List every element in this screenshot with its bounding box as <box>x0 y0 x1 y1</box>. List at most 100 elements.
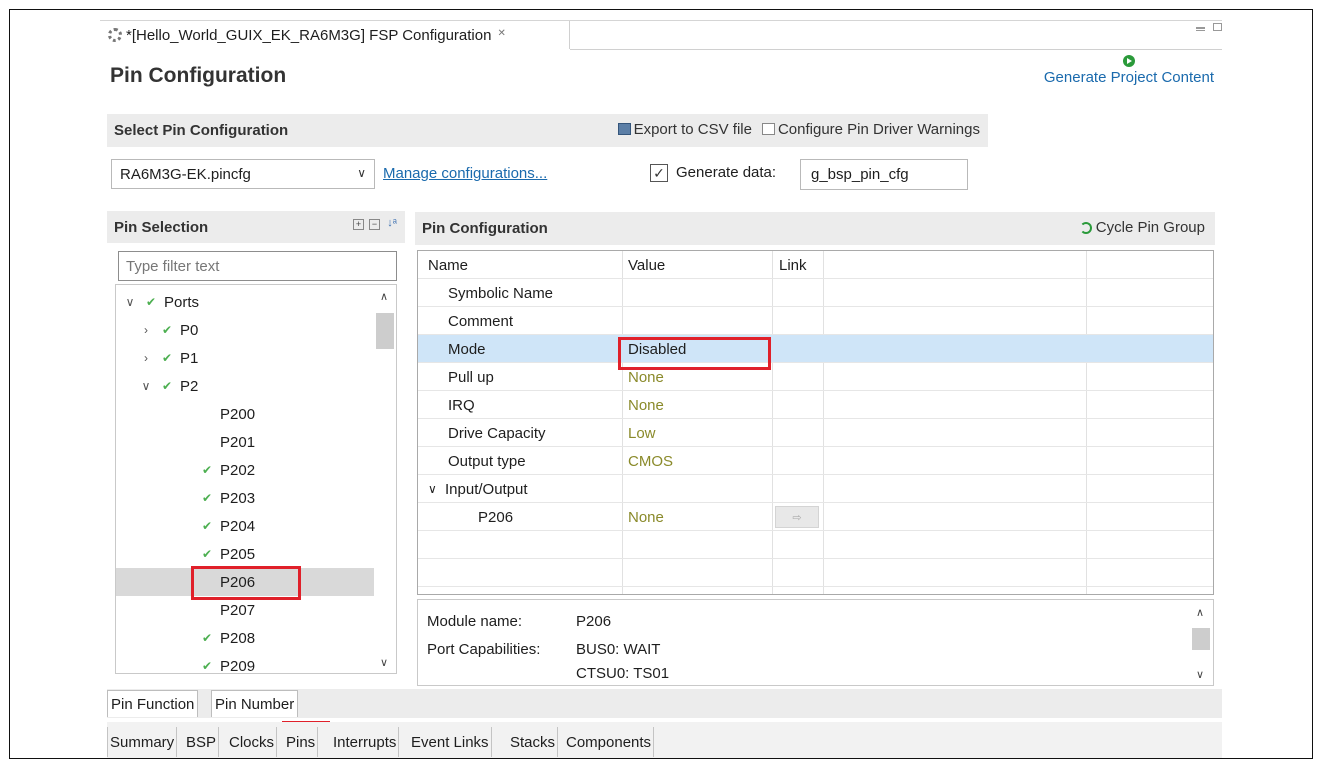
tree-item-p203[interactable]: ✔ P203 <box>116 484 374 512</box>
table-row[interactable]: Symbolic Name <box>418 279 1213 307</box>
row-value[interactable]: None <box>628 503 664 531</box>
check-icon: ✔ <box>201 519 213 533</box>
table-row[interactable]: ∨ Input/Output <box>418 475 1213 503</box>
tree-item-p0[interactable]: › ✔ P0 <box>116 316 374 344</box>
tab-pins[interactable]: Pins <box>284 727 319 757</box>
cycle-pin-group-button[interactable]: Cycle Pin Group <box>1079 219 1205 236</box>
chevron-down-icon[interactable]: ∨ <box>140 379 152 393</box>
editor-tab-bar: *[Hello_World_GUIX_EK_RA6M3G] FSP Config… <box>100 20 1222 50</box>
pin-filter-input[interactable]: Type filter text <box>118 251 397 281</box>
export-csv-button[interactable]: Export to CSV file <box>617 121 752 138</box>
row-name: Mode <box>448 340 486 358</box>
table-row[interactable]: Comment <box>418 307 1213 335</box>
checkmark-icon: ✓ <box>653 165 665 181</box>
tree-item-p207[interactable]: P207 <box>116 596 374 624</box>
tree-item-p204[interactable]: ✔ P204 <box>116 512 374 540</box>
check-icon: ✔ <box>145 295 157 309</box>
tab-stacks[interactable]: Stacks <box>508 727 559 757</box>
tree-item-p201[interactable]: P201 <box>116 428 374 456</box>
maximize-icon[interactable] <box>1213 23 1222 31</box>
info-scrollbar[interactable]: ∧ ∨ <box>1189 600 1213 685</box>
generate-project-content-button[interactable]: Generate Project Content <box>1044 55 1214 86</box>
pin-tree-scrollbar[interactable]: ∧ ∨ <box>374 285 396 673</box>
pin-selection-bar: Pin Selection + − ↓ᵃ <box>107 211 405 243</box>
row-value[interactable]: Disabled <box>628 335 686 363</box>
tree-item-p202[interactable]: ✔ P202 <box>116 456 374 484</box>
close-icon[interactable]: ✕ <box>497 28 505 39</box>
tree-item-p206[interactable]: P206 <box>116 568 374 596</box>
table-row[interactable]: Mode Disabled <box>418 335 1213 363</box>
row-name: Output type <box>448 452 526 470</box>
tab-label: Summary <box>110 733 175 751</box>
scroll-thumb[interactable] <box>1192 628 1210 650</box>
tab-interrupts[interactable]: Interrupts <box>331 727 400 757</box>
tree-item-label: P205 <box>220 545 256 563</box>
tree-item-p205[interactable]: ✔ P205 <box>116 540 374 568</box>
row-value[interactable]: None <box>628 363 664 391</box>
sort-icon[interactable]: ↓ᵃ <box>385 218 399 230</box>
tree-item-ports[interactable]: ∨ ✔ Ports <box>116 288 374 316</box>
manage-configurations-link[interactable]: Manage configurations... <box>383 165 547 182</box>
window-controls <box>1196 23 1222 31</box>
tree-item-label: P201 <box>220 433 256 451</box>
tab-label: Components <box>566 733 652 751</box>
tab-summary[interactable]: Summary <box>107 727 178 757</box>
tab-label: BSP <box>186 733 217 751</box>
tab-pin-number-label: Pin Number <box>215 695 295 713</box>
pin-configuration-bar: Pin Configuration Cycle Pin Group <box>415 212 1215 245</box>
tree-item-label: P202 <box>220 461 256 479</box>
tab-pin-function-label: Pin Function <box>111 695 195 713</box>
tab-pin-number[interactable]: Pin Number <box>211 690 299 717</box>
select-pin-configuration-title: Select Pin Configuration <box>114 122 289 139</box>
minimize-icon[interactable] <box>1196 27 1205 31</box>
generate-data-checkbox[interactable]: ✓ <box>650 164 668 182</box>
table-row[interactable]: Output type CMOS <box>418 447 1213 475</box>
tree-item-p208[interactable]: ✔ P208 <box>116 624 374 652</box>
scroll-down-icon[interactable]: ∨ <box>380 656 388 669</box>
link-arrow-button[interactable]: ⇨ <box>775 506 819 528</box>
check-icon: ✔ <box>201 463 213 477</box>
expand-all-icon[interactable]: + <box>353 219 364 230</box>
scroll-up-icon[interactable]: ∧ <box>1196 606 1204 619</box>
module-name-label: Module name: <box>427 613 523 630</box>
row-name: Drive Capacity <box>448 424 546 442</box>
configure-warnings-button[interactable]: Configure Pin Driver Warnings <box>761 121 980 138</box>
chevron-down-icon[interactable]: ∨ <box>124 295 136 309</box>
row-value[interactable]: CMOS <box>628 447 673 475</box>
editor-tab[interactable]: *[Hello_World_GUIX_EK_RA6M3G] FSP Config… <box>100 21 570 49</box>
pin-configuration-select-value: RA6M3G-EK.pincfg <box>120 165 251 183</box>
chevron-right-icon[interactable]: › <box>140 323 152 337</box>
scroll-down-icon[interactable]: ∨ <box>1196 668 1204 681</box>
scroll-up-icon[interactable]: ∧ <box>380 290 388 303</box>
tree-item-p2[interactable]: ∨ ✔ P2 <box>116 372 374 400</box>
row-value[interactable]: None <box>628 391 664 419</box>
chevron-right-icon[interactable]: › <box>140 351 152 365</box>
table-row[interactable]: Drive Capacity Low <box>418 419 1213 447</box>
collapse-all-icon[interactable]: − <box>369 219 380 230</box>
row-value[interactable]: Low <box>628 419 656 447</box>
export-csv-label: Export to CSV file <box>633 121 752 138</box>
gear-icon <box>108 28 122 42</box>
chevron-down-icon[interactable]: ∨ <box>428 475 437 503</box>
generate-data-input[interactable]: g_bsp_pin_cfg <box>800 159 968 190</box>
tab-components[interactable]: Components <box>564 727 655 757</box>
pin-configuration-select[interactable]: RA6M3G-EK.pincfg ∨ <box>111 159 375 189</box>
row-name: Input/Output <box>445 480 528 498</box>
tree-item-p1[interactable]: › ✔ P1 <box>116 344 374 372</box>
tab-event-links[interactable]: Event Links <box>409 727 492 757</box>
tree-item-label: P0 <box>180 321 199 339</box>
configuration-tabs: Summary BSP Clocks Pins Interrupts Event Link… <box>107 722 1222 758</box>
tree-item-p209[interactable]: ✔ P209 <box>116 652 374 674</box>
tree-item-p200[interactable]: P200 <box>116 400 374 428</box>
tab-bsp[interactable]: BSP <box>184 727 220 757</box>
select-actions: Export to CSV file Configure Pin Driver … <box>617 121 980 138</box>
tab-pin-function[interactable]: Pin Function <box>107 690 199 717</box>
check-icon: ✔ <box>201 659 213 673</box>
tab-clocks[interactable]: Clocks <box>227 727 278 757</box>
scroll-thumb[interactable] <box>376 313 394 349</box>
table-row[interactable]: Pull up None <box>418 363 1213 391</box>
tab-label: Event Links <box>411 733 489 751</box>
empty-table-row <box>418 559 1213 587</box>
table-row[interactable]: P206 None ⇨ <box>418 503 1213 531</box>
table-row[interactable]: IRQ None <box>418 391 1213 419</box>
